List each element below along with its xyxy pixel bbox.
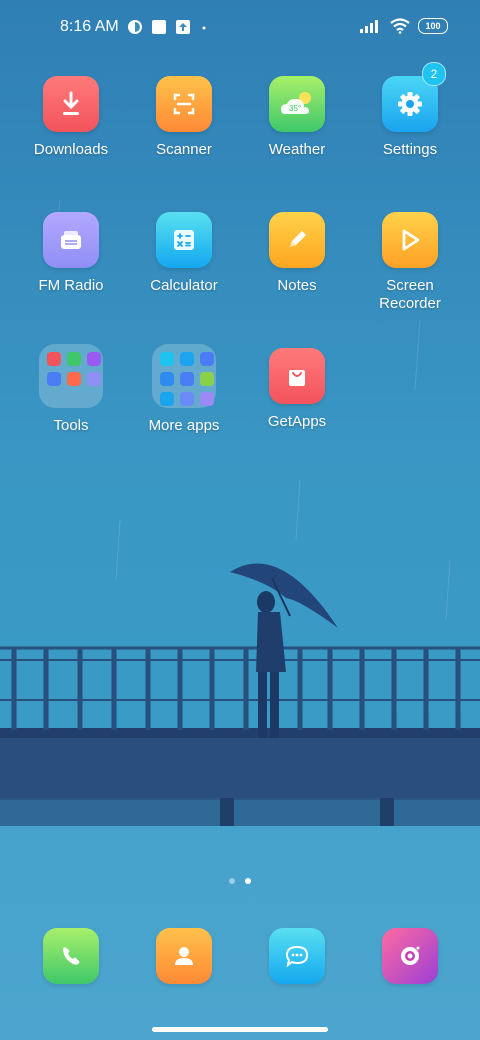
app-notes[interactable]: Notes xyxy=(242,212,352,295)
app-scanner[interactable]: Scanner xyxy=(129,76,239,159)
pencil-icon xyxy=(269,212,325,268)
app-calculator[interactable]: Calculator xyxy=(129,212,239,295)
camera-icon xyxy=(382,928,438,984)
folder-more-apps[interactable]: More apps xyxy=(129,344,239,435)
dock-messages[interactable] xyxy=(242,928,352,984)
mini-app-icon xyxy=(200,372,214,386)
app-settings[interactable]: 2 Settings xyxy=(355,62,465,159)
download-icon xyxy=(43,76,99,132)
gear-icon: 2 xyxy=(382,62,446,132)
home-indicator[interactable] xyxy=(152,1027,328,1032)
upload-icon xyxy=(175,19,191,35)
mini-app-icon xyxy=(87,352,101,366)
wifi-icon xyxy=(390,18,410,34)
page-indicator xyxy=(0,878,480,886)
app-label: Settings xyxy=(382,141,438,158)
app-label: More apps xyxy=(148,417,220,434)
mini-app-icon xyxy=(67,372,81,386)
messages-icon xyxy=(269,928,325,984)
app-getapps[interactable]: GetApps xyxy=(242,348,352,431)
mini-app-icon xyxy=(180,352,194,366)
mini-app-icon xyxy=(180,372,194,386)
signal-icon xyxy=(360,19,382,33)
app-label: Calculator xyxy=(150,277,218,294)
status-bar: 8:16 AM 100 xyxy=(0,0,480,56)
page-dot[interactable] xyxy=(229,878,235,884)
app-label: FM Radio xyxy=(38,277,104,294)
app-label: Scanner xyxy=(156,141,212,158)
app-label: Screen Recorder xyxy=(379,277,441,312)
dock-phone[interactable] xyxy=(16,928,126,984)
app-label: Notes xyxy=(277,277,317,294)
weather-temp: 35° xyxy=(289,104,301,113)
dock xyxy=(0,928,480,988)
folder-icon xyxy=(152,344,216,408)
mini-app-icon xyxy=(160,392,174,406)
phone-icon xyxy=(43,928,99,984)
app-fm-radio[interactable]: FM Radio xyxy=(16,212,126,295)
play-icon xyxy=(382,212,438,268)
dock-camera[interactable] xyxy=(355,928,465,984)
app-label: Downloads xyxy=(33,141,109,158)
calculator-icon xyxy=(156,212,212,268)
shopping-bag-icon xyxy=(269,348,325,404)
mini-app-icon xyxy=(47,372,61,386)
mini-app-icon xyxy=(180,392,194,406)
battery-icon: 100 xyxy=(418,18,448,34)
dock-contacts[interactable] xyxy=(129,928,239,984)
folder-icon xyxy=(39,344,103,408)
clock: 8:16 AM xyxy=(60,18,119,35)
mini-app-icon xyxy=(200,352,214,366)
app-label: GetApps xyxy=(267,413,327,430)
mini-app-icon xyxy=(200,392,214,406)
mini-app-icon xyxy=(87,372,101,386)
scan-icon xyxy=(156,76,212,132)
app-label: Tools xyxy=(53,417,89,434)
weather-icon: 35° xyxy=(269,76,325,132)
app-downloads[interactable]: Downloads xyxy=(16,76,126,159)
contacts-icon xyxy=(156,928,212,984)
app-screen-recorder[interactable]: Screen Recorder xyxy=(355,212,465,313)
mini-app-icon xyxy=(47,352,61,366)
folder-tools[interactable]: Tools xyxy=(16,344,126,435)
vpn-icon xyxy=(127,19,143,35)
dot-icon xyxy=(199,19,209,35)
radio-icon xyxy=(43,212,99,268)
notification-badge: 2 xyxy=(422,62,446,86)
app-weather[interactable]: 35° Weather xyxy=(242,76,352,159)
mini-app-icon xyxy=(160,372,174,386)
app-label: Weather xyxy=(268,141,326,158)
page-dot-active[interactable] xyxy=(245,878,251,884)
mini-app-icon xyxy=(67,352,81,366)
mini-app-icon xyxy=(160,352,174,366)
square-icon xyxy=(151,19,167,35)
